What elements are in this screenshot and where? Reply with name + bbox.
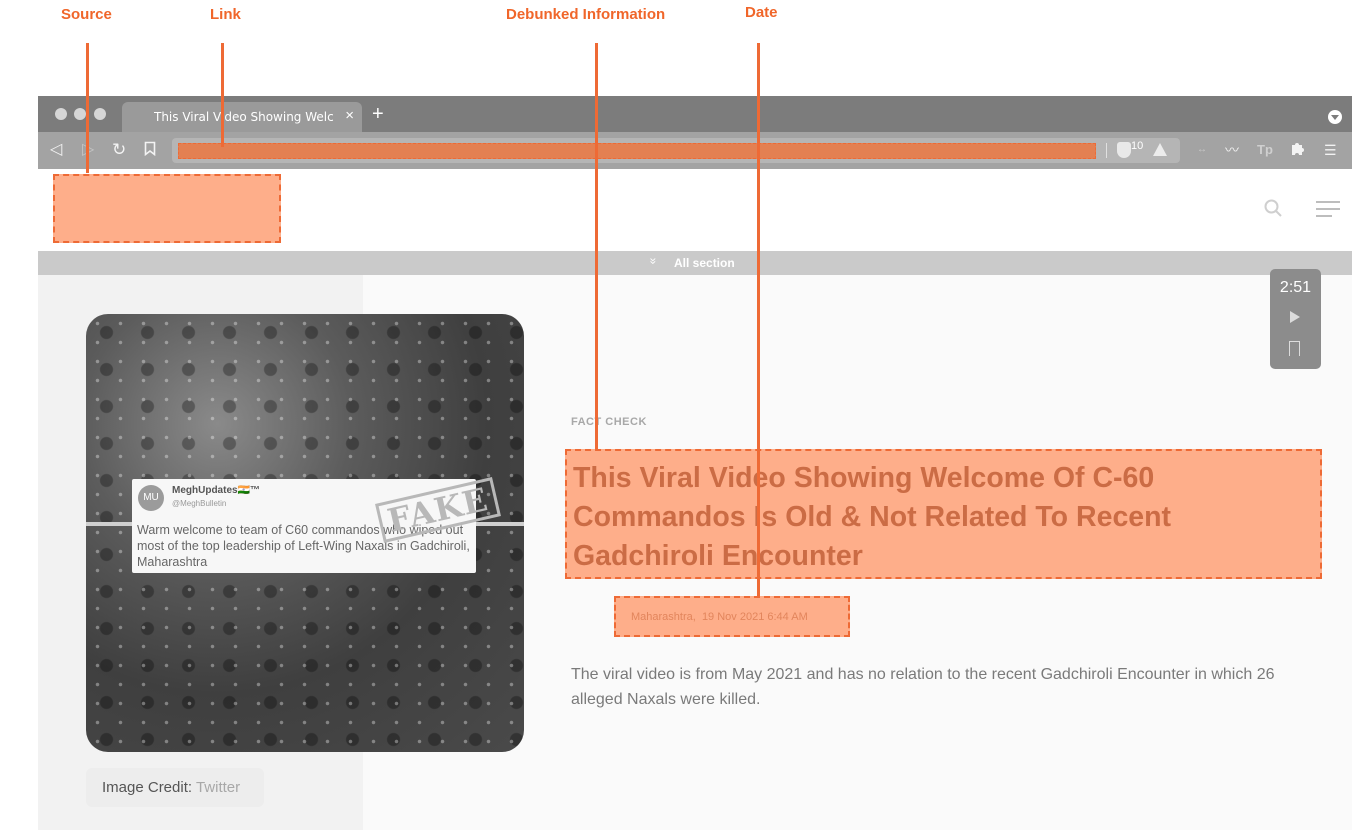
- annotation-link-label: Link: [210, 6, 241, 23]
- new-tab-button[interactable]: +: [372, 104, 384, 124]
- chevron-down-icon: »: [646, 257, 661, 265]
- waveform-icon[interactable]: 〰: [1225, 141, 1239, 159]
- minimize-window-dot[interactable]: [74, 108, 86, 120]
- tab-title: This Viral Video Showing Welco: [154, 110, 334, 124]
- article-location: Maharashtra,: [631, 611, 696, 623]
- annotation-debunked-label: Debunked Information: [506, 6, 666, 23]
- brave-shield-icon[interactable]: [1117, 142, 1131, 158]
- back-icon[interactable]: ◁: [50, 141, 62, 159]
- article-dateline: Maharashtra, 19 Nov 2021 6:44 AM: [631, 611, 808, 623]
- annotated-screenshot: Source Link Debunked Information Date Th…: [0, 0, 1352, 830]
- date-highlight: Maharashtra, 19 Nov 2021 6:44 AM: [614, 596, 850, 637]
- rewards-triangle-icon[interactable]: [1153, 143, 1167, 156]
- url-highlight: [178, 143, 1096, 159]
- reload-icon[interactable]: ↻: [112, 141, 126, 159]
- article-category[interactable]: FACT CHECK: [571, 416, 647, 428]
- bookmark-save-icon[interactable]: [1289, 341, 1300, 356]
- tab-close-icon[interactable]: ×: [345, 107, 354, 124]
- all-section-label: All section: [674, 256, 735, 270]
- debunked-headline-highlight: This Viral Video Showing Welcome Of C-60…: [565, 449, 1322, 579]
- annotation-date-line: [757, 43, 760, 597]
- player-time: 2:51: [1279, 279, 1312, 296]
- play-icon[interactable]: [1290, 311, 1300, 323]
- address-divider: [1106, 143, 1107, 158]
- all-section-bar[interactable]: » All section: [38, 251, 1352, 275]
- close-window-dot[interactable]: [55, 108, 67, 120]
- browser-menu-icon[interactable]: ☰: [1324, 141, 1337, 159]
- hamburger-menu-icon[interactable]: [1316, 201, 1340, 222]
- tweet-avatar: MU: [138, 485, 164, 511]
- browser-toolbar: ◁ ▷ ↻ 10 ↔ 〰 Tp ☰: [38, 132, 1352, 169]
- annotation-date-label: Date: [745, 4, 778, 21]
- annotation-source-label: Source: [61, 6, 112, 23]
- bookmark-icon[interactable]: [144, 141, 156, 161]
- annotation-link-line: [221, 43, 224, 147]
- article-headline: This Viral Video Showing Welcome Of C-60…: [573, 462, 1172, 572]
- browser-menu-dropdown-icon[interactable]: [1328, 110, 1342, 124]
- tweet-handle: @MeghBulletin: [172, 499, 227, 508]
- tp-extension-icon[interactable]: Tp: [1257, 141, 1273, 159]
- source-logo-highlight[interactable]: [53, 174, 281, 243]
- browser-titlebar: This Viral Video Showing Welco × +: [38, 96, 1352, 132]
- annotation-source-line: [86, 43, 89, 173]
- browser-window: This Viral Video Showing Welco × + ◁ ▷ ↻…: [38, 96, 1352, 830]
- article-image: MU MeghUpdates🇮🇳™ @MeghBulletin Warm wel…: [86, 314, 524, 752]
- audio-player-widget: 2:51: [1270, 269, 1321, 369]
- extension-arrows-icon[interactable]: ↔: [1197, 141, 1207, 159]
- browser-tab[interactable]: This Viral Video Showing Welco ×: [122, 102, 362, 132]
- article-summary: The viral video is from May 2021 and has…: [571, 666, 1275, 708]
- image-credit-value: Twitter: [195, 779, 241, 796]
- image-credit: Image Credit: Twitter: [86, 768, 264, 807]
- search-icon[interactable]: [1264, 199, 1282, 217]
- address-bar[interactable]: 10: [172, 138, 1180, 163]
- puzzle-extensions-icon[interactable]: [1290, 140, 1306, 161]
- annotation-debunked-line: [595, 43, 598, 449]
- maximize-window-dot[interactable]: [94, 108, 106, 120]
- article-date: 19 Nov 2021 6:44 AM: [701, 611, 808, 623]
- site-header: [38, 169, 1352, 251]
- tweet-author-name: MeghUpdates🇮🇳™: [172, 485, 261, 496]
- shield-count-badge: 10: [1131, 140, 1144, 152]
- image-credit-label: Image Credit:: [102, 779, 193, 796]
